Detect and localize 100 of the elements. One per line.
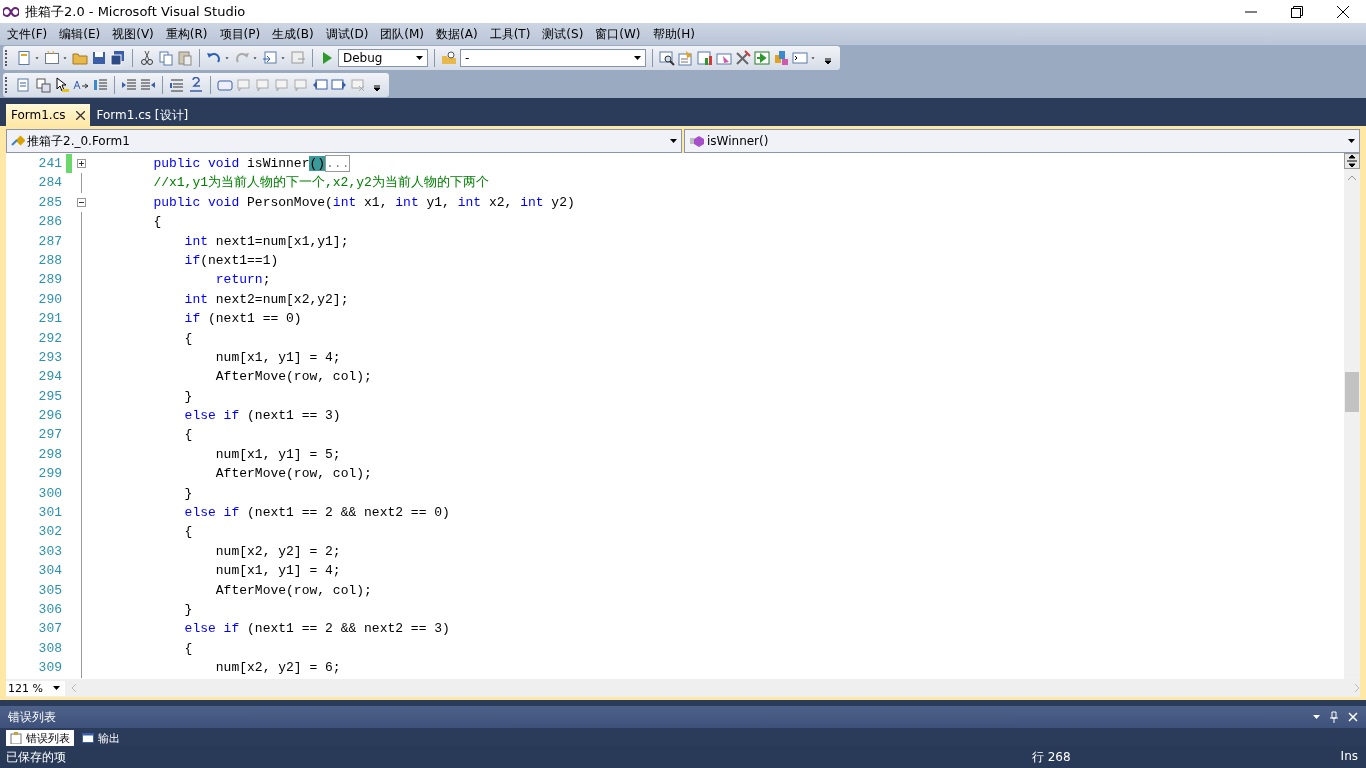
scroll-up-icon[interactable] [1347, 175, 1357, 181]
code-line: { [183, 426, 193, 445]
dropdown-arrow-icon [416, 56, 423, 60]
code-line: { [152, 213, 162, 232]
code-line: AfterMove(row, col); [214, 581, 372, 600]
dropdown-arrow-icon [670, 139, 677, 143]
clipboard-icon [10, 732, 22, 744]
line-number-indicator: 行 268 [1031, 748, 1071, 766]
line-number: 304 [37, 562, 63, 581]
line-number: 293 [37, 348, 63, 367]
menu-item[interactable]: 文件(F) [2, 25, 55, 43]
menu-item[interactable]: 项目(P) [214, 25, 268, 43]
menu-item[interactable]: 工具(T) [484, 25, 538, 43]
menu-item[interactable]: 调试(D) [320, 25, 376, 43]
code-line: { [183, 523, 193, 542]
arrow-right-icon[interactable] [754, 50, 770, 66]
scrollbar-thumb[interactable] [1345, 372, 1359, 412]
line-number: 299 [37, 465, 63, 484]
document-tab[interactable]: Form1.cs [6, 104, 90, 126]
save-icon[interactable] [91, 50, 107, 66]
line-number: 298 [37, 445, 63, 464]
code-line: } [183, 601, 193, 619]
indent-icon[interactable] [140, 76, 156, 93]
line-number: 308 [37, 639, 63, 658]
line-number: 292 [37, 329, 63, 348]
panel-tab[interactable]: 错误列表 [6, 730, 74, 746]
folder-icon[interactable] [72, 50, 88, 66]
search-icon[interactable] [659, 50, 675, 66]
code-line: } [183, 484, 193, 503]
list-icon[interactable] [92, 76, 108, 93]
code-line: { [183, 639, 193, 658]
code-line: return; [214, 271, 271, 290]
line-number: 297 [37, 426, 63, 445]
line-number: 303 [37, 542, 63, 561]
line-number: 241 [37, 155, 63, 173]
restore-icon[interactable] [1291, 5, 1303, 18]
document-tab[interactable]: Form1.cs [设计] [91, 104, 194, 126]
code-line: AfterMove(row, col); [214, 465, 372, 484]
line-number: 286 [37, 213, 63, 232]
infinity-icon [3, 6, 19, 17]
window-title: 推箱子2.0 - Microsoft Visual Studio [25, 2, 246, 21]
line-number: 289 [37, 271, 63, 290]
insert-mode-indicator: Ins [1340, 748, 1358, 765]
platform-dropdown[interactable]: - [460, 49, 646, 67]
code-line: public void PersonMove(int x1, int y1, int x2, int y2) [152, 193, 575, 212]
code-line: int next2=num[x2,y2]; [183, 290, 349, 309]
pin-icon[interactable] [1330, 711, 1338, 723]
expand-icon[interactable] [76, 159, 86, 169]
configuration-dropdown[interactable]: Debug [338, 49, 428, 67]
menu-item[interactable]: 编辑(E) [54, 25, 108, 43]
code-line: int next1=num[x1,y1]; [183, 232, 349, 251]
line-number: 300 [37, 484, 63, 503]
menu-item[interactable]: 团队(M) [375, 25, 432, 43]
menu-item[interactable]: 测试(S) [537, 25, 591, 43]
line-number: 287 [37, 232, 63, 251]
line-number: 284 [37, 174, 63, 193]
dropdown-arrow-icon[interactable] [1313, 715, 1320, 719]
panel-title: 错误列表 [8, 708, 56, 726]
menu-item[interactable]: 数据(A) [431, 25, 485, 43]
menu-item[interactable]: 窗口(W) [590, 25, 648, 43]
code-line: else if (next1 == 2 && next2 == 0) [183, 504, 450, 523]
code-line: num[x1, y1] = 4; [214, 348, 341, 367]
member-dropdown[interactable]: isWinner() [684, 129, 1360, 153]
cut-icon[interactable] [139, 50, 155, 66]
menu-item[interactable]: 重构(R) [160, 25, 215, 43]
zoom-dropdown[interactable]: 121 % [6, 680, 65, 696]
close-icon[interactable] [1337, 5, 1349, 18]
dropdown-arrow-icon [1348, 139, 1355, 143]
line-number: 305 [37, 581, 63, 600]
line-number: 290 [37, 290, 63, 309]
code-line: num[x1, y1] = 5; [214, 445, 341, 464]
window-icon [82, 732, 94, 744]
collapse-icon[interactable] [76, 197, 86, 207]
line-number: 301 [37, 504, 63, 523]
outdent-icon[interactable] [121, 76, 137, 93]
type-dropdown[interactable]: 推箱子2._0.Form1 [6, 129, 682, 153]
menu-item[interactable]: 帮助(H) [647, 25, 702, 43]
code-line: if(next1==1) [183, 251, 279, 270]
code-line: num[x1, y1] = 4; [214, 562, 341, 581]
menu-item[interactable]: 视图(V) [107, 25, 161, 43]
code-line: } [183, 387, 193, 406]
line-number: 296 [37, 407, 63, 426]
code-line: { [183, 329, 193, 348]
close-icon[interactable] [75, 110, 85, 120]
line-number: 309 [37, 659, 63, 678]
panel-tab[interactable]: 输出 [78, 730, 124, 746]
code-line: else if (next1 == 2 && next2 == 3) [183, 620, 450, 639]
menu-item[interactable]: 生成(B) [267, 25, 321, 43]
line-number: 306 [37, 601, 63, 619]
code-line: public void isWinner()... [152, 154, 351, 174]
line-number: 285 [37, 193, 63, 212]
code-line: AfterMove(row, col); [214, 368, 372, 387]
code-line: num[x2, y2] = 6; [214, 659, 341, 678]
pointer-icon[interactable] [54, 76, 70, 93]
line-number: 288 [37, 251, 63, 270]
tools-icon[interactable] [735, 50, 751, 66]
code-line: num[x2, y2] = 2; [214, 542, 341, 561]
paste-icon[interactable] [177, 50, 193, 66]
line-number: 307 [37, 620, 63, 639]
code-line: if (next1 == 0) [183, 310, 302, 329]
